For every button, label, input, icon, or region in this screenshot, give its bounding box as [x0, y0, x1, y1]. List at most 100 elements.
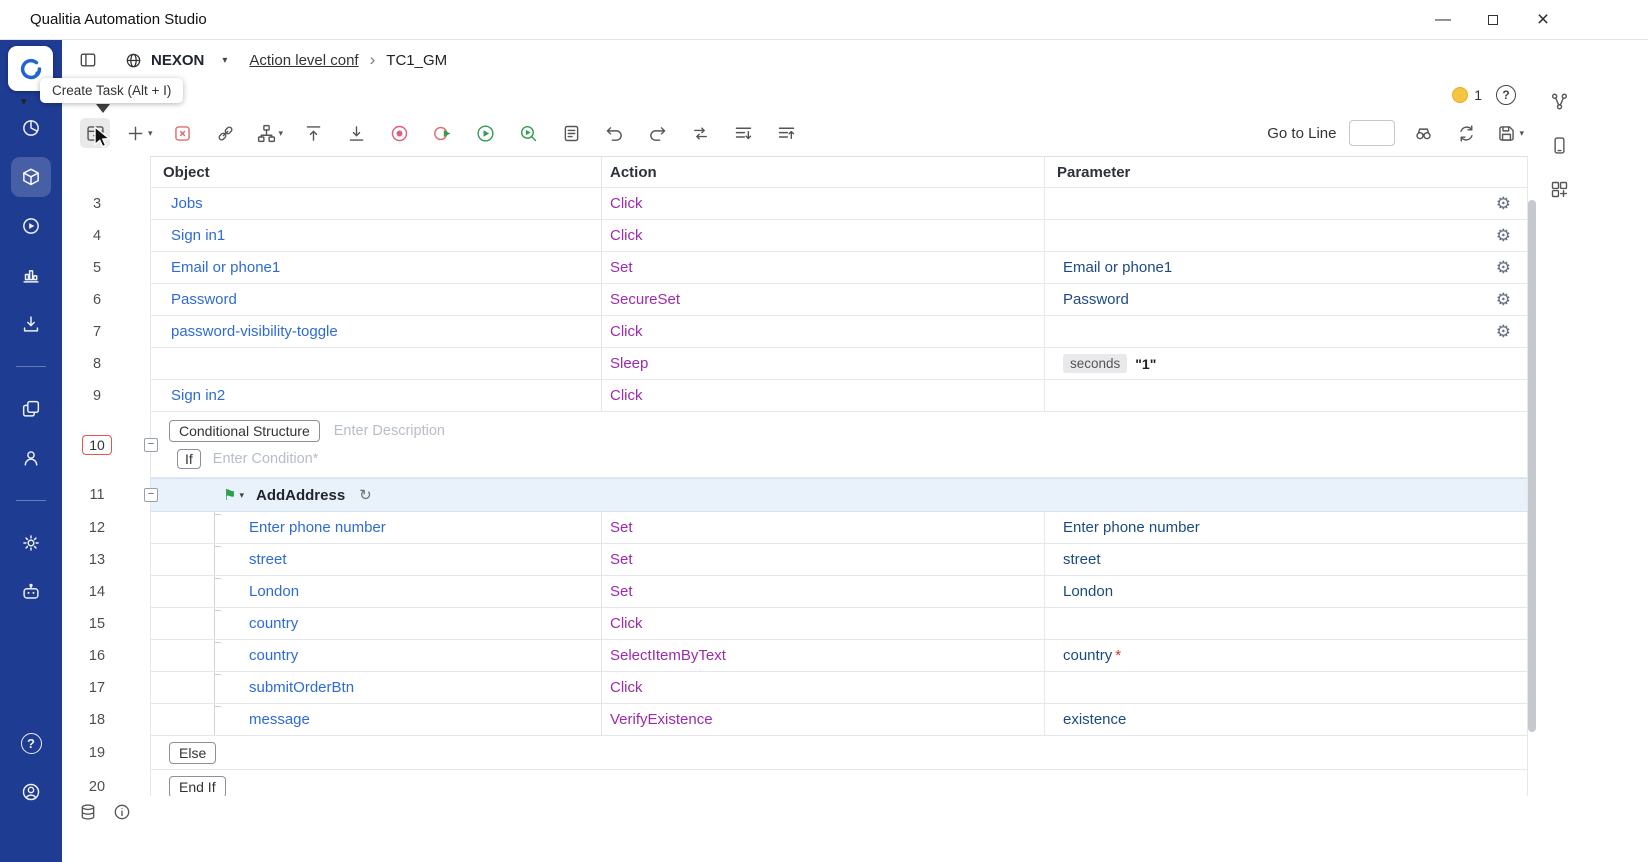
description-placeholder[interactable]: Enter Description — [334, 423, 445, 439]
action-name[interactable]: Set — [610, 519, 633, 536]
record-button[interactable] — [384, 118, 414, 148]
object-cell[interactable]: Sign in1 — [151, 220, 601, 251]
collapse-button[interactable]: − — [144, 437, 158, 452]
credits-indicator[interactable]: 1 — [1452, 87, 1482, 103]
row-number[interactable]: 9 — [62, 380, 150, 412]
help-button[interactable]: ? — [1496, 85, 1516, 105]
action-cell[interactable]: Click — [601, 220, 1044, 251]
row-number[interactable]: 10 — [62, 412, 150, 478]
object-cell[interactable]: street — [151, 544, 601, 575]
debug-run-button[interactable] — [513, 118, 543, 148]
object-cell[interactable] — [151, 348, 601, 379]
action-cell[interactable]: SecureSet — [601, 284, 1044, 315]
object-name[interactable]: submitOrderBtn — [249, 679, 354, 696]
parameter-cell[interactable]: ⚙ — [1044, 188, 1527, 219]
parameter-cell[interactable]: seconds "1" — [1044, 348, 1527, 379]
row-number[interactable]: 4 — [62, 220, 150, 252]
action-name[interactable]: SecureSet — [610, 291, 680, 308]
record-play-button[interactable] — [427, 118, 457, 148]
row-number[interactable]: 5 — [62, 252, 150, 284]
sidebar-item-dashboard[interactable] — [11, 108, 51, 148]
object-cell[interactable]: country — [151, 608, 601, 639]
logo-dropdown-caret-icon[interactable]: ▾ — [21, 95, 27, 108]
row-number[interactable]: 7 — [62, 316, 150, 348]
parameter-cell[interactable]: ⚙ — [1044, 316, 1527, 347]
action-name[interactable]: Click — [610, 227, 643, 244]
object-cell[interactable]: password-visibility-toggle — [151, 316, 601, 347]
action-name[interactable]: Click — [610, 195, 643, 212]
run-button[interactable] — [470, 118, 500, 148]
maximize-button[interactable] — [1468, 0, 1518, 40]
action-cell[interactable]: Click — [601, 316, 1044, 347]
move-bottom-button[interactable] — [341, 118, 371, 148]
row-number[interactable]: 18 — [62, 704, 150, 736]
row-number[interactable]: 8 — [62, 348, 150, 380]
action-cell[interactable]: Sleep — [601, 348, 1044, 379]
object-cell[interactable]: Jobs — [151, 188, 601, 219]
delete-step-button[interactable] — [168, 118, 198, 148]
save-button[interactable]: ▾ — [1494, 118, 1526, 148]
action-cell[interactable]: Click — [601, 672, 1044, 703]
task-expand-caret-icon[interactable]: ▾ — [239, 490, 244, 501]
row-number[interactable]: 17 — [62, 672, 150, 704]
sidebar-item-downloads[interactable] — [11, 304, 51, 344]
project-dropdown-caret-icon[interactable]: ▾ — [222, 55, 227, 66]
parameter-cell[interactable]: country * — [1044, 640, 1527, 671]
parameter-cell[interactable] — [1044, 672, 1527, 703]
object-name[interactable]: London — [249, 583, 299, 600]
parameter-cell[interactable]: Enter phone number — [1044, 512, 1527, 543]
parameter-cell[interactable] — [1044, 608, 1527, 639]
sidebar-item-execute[interactable] — [11, 206, 51, 246]
grid-scrollbar[interactable] — [1528, 200, 1536, 732]
object-name[interactable]: password-visibility-toggle — [171, 323, 338, 340]
parameter-cell[interactable]: existence — [1044, 704, 1527, 735]
sidebar-item-repository[interactable] — [11, 389, 51, 429]
row-number[interactable]: 13 — [62, 544, 150, 576]
gear-icon[interactable]: ⚙ — [1496, 226, 1511, 246]
gear-icon[interactable]: ⚙ — [1496, 194, 1511, 214]
endif-chip[interactable]: End If — [169, 775, 226, 796]
column-header-parameter[interactable]: Parameter — [1044, 157, 1527, 187]
reorder-button[interactable] — [685, 118, 715, 148]
move-top-button[interactable] — [298, 118, 328, 148]
object-name[interactable]: Password — [171, 291, 237, 308]
minimize-button[interactable]: — — [1418, 0, 1468, 40]
row-number[interactable]: 19 — [62, 736, 150, 770]
parameter-cell[interactable]: ⚙ — [1044, 220, 1527, 251]
sidebar-item-bot[interactable] — [11, 572, 51, 612]
action-cell[interactable]: VerifyExistence — [601, 704, 1044, 735]
if-chip[interactable]: If — [177, 449, 201, 469]
task-name[interactable]: AddAddress — [256, 487, 345, 504]
object-cell[interactable]: London — [151, 576, 601, 607]
object-cell[interactable]: Password — [151, 284, 601, 315]
link-object-button[interactable] — [211, 118, 241, 148]
sidebar-item-reports[interactable] — [11, 255, 51, 295]
task-refresh-icon[interactable]: ↻ — [359, 486, 372, 504]
parameter-cell[interactable]: Password ⚙ — [1044, 284, 1527, 315]
parameter-cell[interactable]: street — [1044, 544, 1527, 575]
gear-icon[interactable]: ⚙ — [1496, 322, 1511, 342]
object-cell[interactable]: Sign in2 — [151, 380, 601, 411]
action-name[interactable]: Click — [610, 615, 643, 632]
parameter-cell[interactable] — [1044, 380, 1527, 411]
parameter-cell[interactable]: Email or phone1 ⚙ — [1044, 252, 1527, 283]
action-cell[interactable]: Set — [601, 252, 1044, 283]
action-name[interactable]: VerifyExistence — [610, 711, 713, 728]
object-cell[interactable]: country — [151, 640, 601, 671]
action-name[interactable]: Set — [610, 583, 633, 600]
column-header-action[interactable]: Action — [601, 157, 1044, 187]
add-widget-button[interactable] — [1546, 176, 1572, 202]
add-step-button[interactable]: ▾ — [123, 118, 155, 148]
column-header-object[interactable]: Object — [151, 157, 601, 187]
object-name[interactable]: Jobs — [171, 195, 203, 212]
action-cell[interactable]: Set — [601, 576, 1044, 607]
branch-structure-button[interactable]: ▾ — [254, 118, 286, 148]
object-name[interactable]: Sign in1 — [171, 227, 225, 244]
expand-all-button[interactable] — [771, 118, 801, 148]
row-number[interactable]: 3 — [62, 188, 150, 220]
object-name[interactable]: Enter phone number — [249, 519, 386, 536]
undo-button[interactable] — [599, 118, 629, 148]
go-to-line-input[interactable] — [1349, 120, 1396, 146]
info-button[interactable] — [112, 802, 132, 822]
datastore-button[interactable] — [78, 802, 98, 822]
